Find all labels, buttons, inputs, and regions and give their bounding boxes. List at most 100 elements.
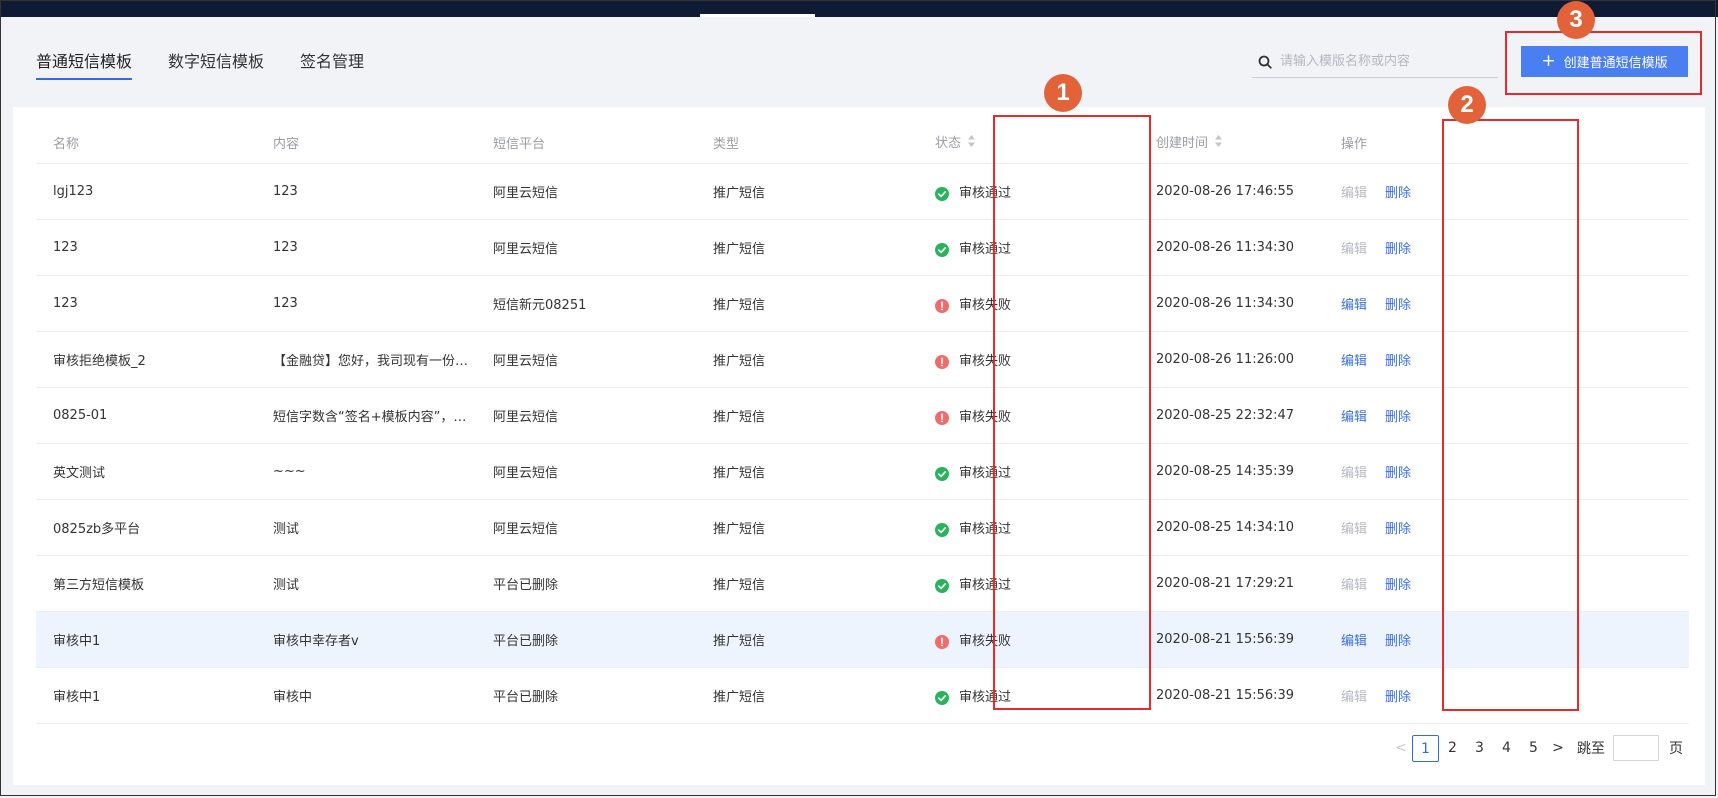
status-text: 审核通过 [959, 578, 1012, 593]
edit-link[interactable]: 编辑 [1341, 522, 1367, 537]
cell-content: 测试 [256, 555, 476, 612]
tab-digital-sms-template[interactable]: 数字短信模板 [168, 48, 264, 80]
cell-type: 推广短信 [696, 667, 918, 724]
cell-name: 0825-01 [36, 387, 256, 444]
edit-link[interactable]: 编辑 [1341, 466, 1367, 481]
cell-platform: 阿里云短信 [476, 163, 696, 220]
cell-created-time: 2020-08-21 17:29:21 [1139, 555, 1324, 612]
check-circle-icon [935, 466, 949, 481]
status-text: 审核通过 [959, 186, 1012, 201]
delete-link[interactable]: 删除 [1385, 242, 1411, 257]
column-header-status[interactable]: 状态 [918, 121, 1139, 164]
cell-name: 123 [36, 219, 256, 276]
pagination: < 1 2 3 4 5 > 跳至 页 [1390, 734, 1683, 762]
cell-actions: 编辑 删除 [1324, 331, 1689, 388]
cell-name: 第三方短信模板 [36, 555, 256, 612]
search-icon [1252, 49, 1278, 75]
cell-content: 123 [256, 163, 476, 220]
edit-link[interactable]: 编辑 [1341, 354, 1367, 369]
cell-created-time: 2020-08-21 15:56:39 [1139, 611, 1324, 668]
page-number-2[interactable]: 2 [1439, 735, 1466, 762]
cell-name: 123 [36, 275, 256, 332]
annotation-badge-3: 3 [1557, 1, 1595, 39]
delete-link[interactable]: 删除 [1385, 186, 1411, 201]
delete-link[interactable]: 删除 [1385, 410, 1411, 425]
page-number-3[interactable]: 3 [1466, 735, 1493, 762]
check-circle-icon [935, 690, 949, 705]
cell-actions: 编辑 删除 [1324, 219, 1689, 276]
cell-actions: 编辑 删除 [1324, 499, 1689, 556]
template-tabs: 普通短信模板 数字短信模板 签名管理 [36, 48, 400, 80]
prev-page-button[interactable]: < [1390, 740, 1412, 756]
tab-standard-sms-template[interactable]: 普通短信模板 [36, 48, 133, 80]
delete-link[interactable]: 删除 [1385, 634, 1411, 649]
edit-link[interactable]: 编辑 [1341, 690, 1367, 705]
edit-link[interactable]: 编辑 [1341, 298, 1367, 313]
status-text: 审核失败 [959, 410, 1012, 425]
edit-link[interactable]: 编辑 [1341, 410, 1367, 425]
alert-circle-icon [935, 354, 949, 369]
cell-created-time: 2020-08-26 11:34:30 [1139, 275, 1324, 332]
sort-icon[interactable] [967, 134, 976, 152]
table-row: 审核中1 审核中幸存者v 平台已删除 推广短信 审核失败 2020-08-21 15:56… [36, 611, 1689, 668]
check-circle-icon [935, 578, 949, 593]
alert-circle-icon [935, 410, 949, 425]
column-header-created[interactable]: 创建时间 [1139, 121, 1324, 164]
table-body: lgj123 123 阿里云短信 推广短信 审核通过 2020-08-26 17:46:5… [36, 163, 1689, 724]
cell-content: ~~~ [256, 443, 476, 500]
cell-created-time: 2020-08-25 14:34:10 [1139, 499, 1324, 556]
cell-platform: 阿里云短信 [476, 443, 696, 500]
cell-actions: 编辑 删除 [1324, 275, 1689, 332]
column-header-created-label: 创建时间 [1156, 135, 1209, 151]
page-number-4[interactable]: 4 [1493, 735, 1520, 762]
cell-content: 123 [256, 219, 476, 276]
edit-link[interactable]: 编辑 [1341, 578, 1367, 593]
delete-link[interactable]: 删除 [1385, 354, 1411, 369]
jump-to-label: 跳至 [1577, 741, 1605, 757]
delete-link[interactable]: 删除 [1385, 466, 1411, 481]
cell-name: lgj123 [36, 163, 256, 220]
delete-link[interactable]: 删除 [1385, 298, 1411, 313]
page-number-1[interactable]: 1 [1412, 734, 1439, 762]
cell-created-time: 2020-08-21 15:56:39 [1139, 667, 1324, 724]
status-text: 审核失败 [959, 634, 1012, 649]
cell-platform: 阿里云短信 [476, 219, 696, 276]
cell-name: 英文测试 [36, 443, 256, 500]
column-header-actions: 操作 [1324, 121, 1689, 164]
cell-type: 推广短信 [696, 275, 918, 332]
delete-link[interactable]: 删除 [1385, 690, 1411, 705]
check-circle-icon [935, 522, 949, 537]
check-circle-icon [935, 186, 949, 201]
cell-actions: 编辑 删除 [1324, 555, 1689, 612]
cell-type: 推广短信 [696, 443, 918, 500]
tab-signature-management[interactable]: 签名管理 [300, 48, 364, 80]
plus-icon: + [1541, 51, 1556, 71]
edit-link[interactable]: 编辑 [1341, 634, 1367, 649]
create-sms-template-button[interactable]: + 创建普通短信模版 [1521, 46, 1688, 77]
cell-platform: 阿里云短信 [476, 331, 696, 388]
edit-link[interactable]: 编辑 [1341, 242, 1367, 257]
cell-content: 审核中幸存者v [256, 611, 476, 668]
status-text: 审核失败 [959, 298, 1012, 313]
check-circle-icon [935, 242, 949, 257]
cell-platform: 平台已删除 [476, 555, 696, 612]
jump-page-input[interactable] [1613, 735, 1659, 761]
next-page-button[interactable]: > [1547, 740, 1569, 756]
template-table: 名称 内容 短信平台 类型 状态 创建时间 操作 lgj123 123 阿里云短信推… [36, 121, 1689, 724]
table-row: 0825zb多平台 测试 阿里云短信 推广短信 审核通过 2020-08-25 14:34… [36, 499, 1689, 556]
status-text: 审核通过 [959, 690, 1012, 705]
cell-status: 审核失败 [918, 611, 1139, 668]
page-number-5[interactable]: 5 [1520, 735, 1547, 762]
search-input[interactable] [1278, 53, 1487, 70]
cell-name: 审核拒绝模板_2 [36, 331, 256, 388]
cell-created-time: 2020-08-25 14:35:39 [1139, 443, 1324, 500]
sort-icon[interactable] [1214, 134, 1223, 152]
cell-status: 审核通过 [918, 163, 1139, 220]
cell-actions: 编辑 删除 [1324, 667, 1689, 724]
cell-created-time: 2020-08-26 11:26:00 [1139, 331, 1324, 388]
edit-link[interactable]: 编辑 [1341, 186, 1367, 201]
delete-link[interactable]: 删除 [1385, 522, 1411, 537]
cell-actions: 编辑 删除 [1324, 611, 1689, 668]
delete-link[interactable]: 删除 [1385, 578, 1411, 593]
column-header-platform: 短信平台 [476, 121, 696, 164]
